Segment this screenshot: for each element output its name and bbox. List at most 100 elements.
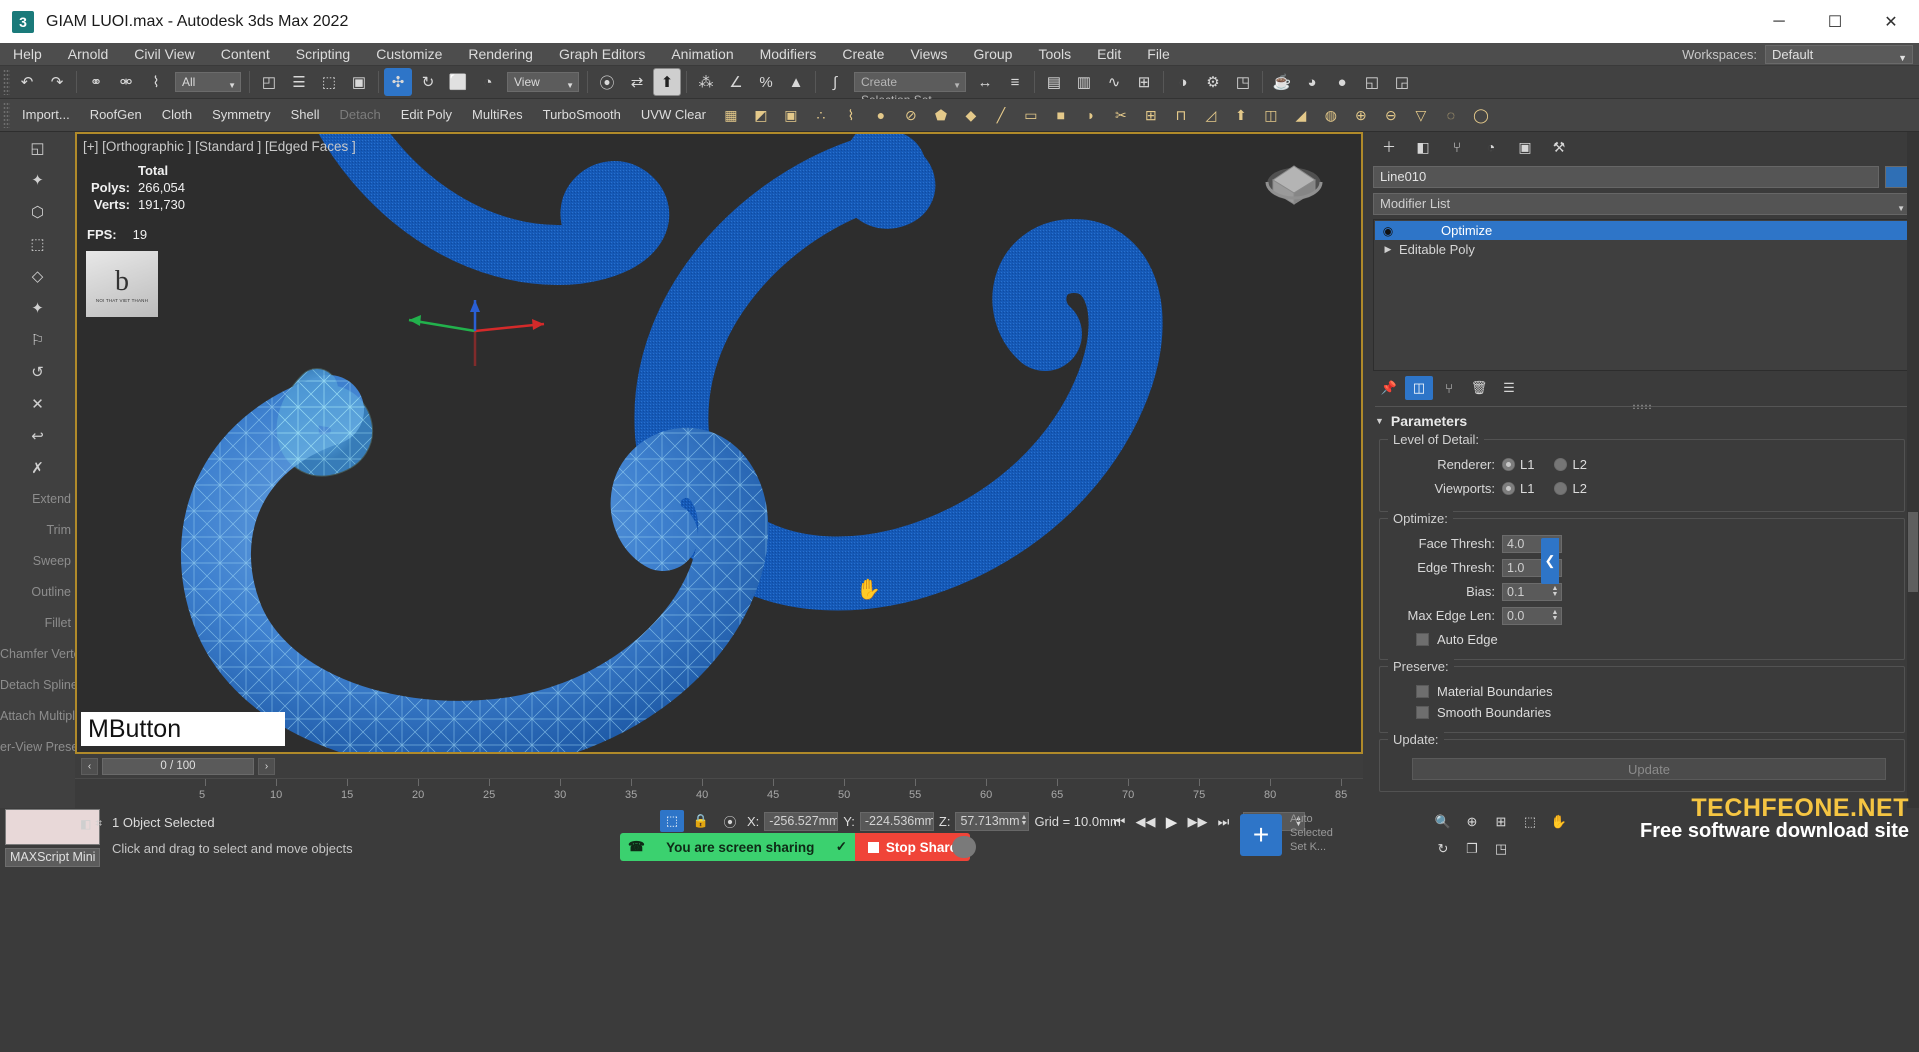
workspace-select[interactable]: Default ▼ <box>1765 45 1913 64</box>
scrollbar-thumb[interactable] <box>1908 512 1918 592</box>
refine-icon[interactable]: ✦ <box>18 164 58 196</box>
use-center-flyout-icon[interactable]: ⦿ <box>593 68 621 96</box>
smooth-icon[interactable]: ◯ <box>1468 102 1494 128</box>
select-and-scale-icon[interactable]: ⬜ <box>444 68 472 96</box>
menu-item-customize[interactable]: Customize <box>363 43 455 66</box>
menu-item-tools[interactable]: Tools <box>1025 43 1084 66</box>
angle-snap-icon[interactable]: ∠ <box>722 68 750 96</box>
render-production-icon[interactable]: ☕ <box>1268 68 1296 96</box>
hair-fur-icon[interactable]: ⌇ <box>838 102 864 128</box>
menu-item-arnold[interactable]: Arnold <box>55 43 121 66</box>
x-coordinate-field[interactable]: -256.527mm ▲▼ <box>764 811 839 831</box>
make-first-icon[interactable]: ↺ <box>18 356 58 388</box>
align-tool-icon[interactable]: ≡ <box>1001 68 1029 96</box>
active-shade-icon[interactable]: ● <box>1328 68 1356 96</box>
spinner-arrows-icon[interactable]: ▲▼ <box>1549 585 1561 598</box>
layer-explorer-icon[interactable]: ▤ <box>1040 68 1068 96</box>
zoom-all-button[interactable]: ⊕ <box>1459 810 1485 834</box>
renderer-l2-radio[interactable] <box>1554 458 1568 471</box>
align-icon[interactable]: ⬆ <box>653 68 681 96</box>
crossinsert-icon[interactable]: ✦ <box>18 292 58 324</box>
fuse-icon[interactable]: ⬚ <box>18 228 58 260</box>
vertex-icon[interactable]: ◆ <box>958 102 984 128</box>
ribbon-button-turbosmooth[interactable]: TurboSmooth <box>533 101 631 129</box>
menu-item-animation[interactable]: Animation <box>658 43 746 66</box>
material-editor-icon[interactable]: ◑ <box>1169 68 1197 96</box>
renderer-l1-radio[interactable] <box>1502 458 1515 471</box>
ribbon-button-import[interactable]: Import... <box>12 101 80 129</box>
modify-tab[interactable]: ◧ <box>1407 134 1439 160</box>
schematic-view-icon[interactable]: ⊞ <box>1130 68 1158 96</box>
next-frame-button[interactable]: ▶▶ <box>1185 810 1210 833</box>
bias-spinner[interactable]: 0.1 ▲ ▼ <box>1502 582 1562 601</box>
unlink-selection-icon[interactable]: ⚮ <box>112 68 140 96</box>
object-name-field[interactable]: Line010 <box>1373 166 1879 188</box>
render-setup-icon[interactable]: ⚙ <box>1199 68 1227 96</box>
viewport-label[interactable]: [+] [Orthographic ] [Standard ] [Edged F… <box>83 139 356 154</box>
select-and-move-icon[interactable]: ✣ <box>384 68 412 96</box>
menu-item-group[interactable]: Group <box>961 43 1026 66</box>
menu-item-civil-view[interactable]: Civil View <box>121 43 207 66</box>
goto-start-button[interactable]: ⏮ <box>1107 810 1132 833</box>
reference-coordinate-system-dropdown[interactable]: View ▼ <box>507 72 579 92</box>
rendered-frame-window-icon[interactable]: ◳ <box>1229 68 1257 96</box>
add-time-tag-plus-button[interactable]: + <box>1240 814 1282 856</box>
pin-stack-button[interactable]: 📌 <box>1375 376 1403 400</box>
show-end-result-button[interactable]: ◫ <box>1405 376 1433 400</box>
inset-icon[interactable]: ◫ <box>1258 102 1284 128</box>
left-strip-chamfer-vertex[interactable]: Chamfer Vertex <box>0 639 75 670</box>
divide-icon[interactable]: ✕ <box>18 388 58 420</box>
left-strip-attach-multiple[interactable]: Attach Multiple <box>0 701 75 732</box>
rectangular-selection-region-icon[interactable]: ⬚ <box>315 68 343 96</box>
reverse-icon[interactable]: ↩ <box>18 420 58 452</box>
left-strip-sweep[interactable]: Sweep <box>0 546 75 577</box>
no-object-icon[interactable]: ⊘ <box>898 102 924 128</box>
left-strip-detach-spline[interactable]: Detach Spline <box>0 670 75 701</box>
auto-edge-row[interactable]: Auto Edge <box>1388 629 1896 650</box>
remove-modifier-button[interactable]: 🗑 <box>1465 376 1493 400</box>
motion-tab[interactable]: ◔ <box>1475 134 1507 160</box>
ribbon-button-shell[interactable]: Shell <box>281 101 330 129</box>
selection-filter-dropdown[interactable]: All ▼ <box>175 72 241 92</box>
set-key-label[interactable]: Set K... <box>1290 840 1333 854</box>
previous-frame-button[interactable]: ◀◀ <box>1133 810 1158 833</box>
zoom-region-button[interactable]: ⬚ <box>1517 810 1543 834</box>
modifier-stack[interactable]: ◉ Optimize ▶ Editable Poly <box>1373 219 1911 371</box>
sphere-primitive-icon[interactable]: ● <box>868 102 894 128</box>
curve-editor-icon[interactable]: ∿ <box>1100 68 1128 96</box>
spinner-arrows-icon[interactable]: ▲▼ <box>1549 609 1561 622</box>
auto-key-label[interactable]: Auto <box>1290 812 1333 826</box>
utilities-tab[interactable]: ⚒ <box>1543 134 1575 160</box>
menu-item-edit[interactable]: Edit <box>1084 43 1134 66</box>
modifier-stack-item-optimize[interactable]: ◉ Optimize <box>1375 221 1909 240</box>
collapse-icon[interactable]: ▽ <box>1408 102 1434 128</box>
ribbon-button-cloth[interactable]: Cloth <box>152 101 202 129</box>
snaps-toggle-icon[interactable]: ⁂ <box>692 68 720 96</box>
ribbon-button-symmetry[interactable]: Symmetry <box>202 101 281 129</box>
pan-view-button[interactable]: ✋ <box>1546 810 1572 834</box>
menu-item-graph-editors[interactable]: Graph Editors <box>546 43 658 66</box>
connect-icon[interactable]: ✗ <box>18 452 58 484</box>
spinner-snap-icon[interactable]: ▲ <box>782 68 810 96</box>
timeline-ruler[interactable]: 5 10 15 20 25 30 35 40 45 50 55 60 65 70 75 80 85 <box>75 778 1363 808</box>
ribbon-button-uvw-clear[interactable]: UVW Clear <box>631 101 716 129</box>
spinner-arrows-icon[interactable]: ▲▼ <box>1020 814 1029 827</box>
bake-texture-icon[interactable]: ▣ <box>778 102 804 128</box>
share-toolbar-handle[interactable] <box>952 836 976 858</box>
create-tab[interactable]: ＋ <box>1373 134 1405 160</box>
view-cube[interactable] <box>1263 150 1325 212</box>
edge-icon[interactable]: ╱ <box>988 102 1014 128</box>
max-edge-len-spinner[interactable]: 0.0 ▲ ▼ <box>1502 606 1562 625</box>
play-animation-button[interactable]: ▶ <box>1159 810 1184 833</box>
zoom-extents-button[interactable]: ⊞ <box>1488 810 1514 834</box>
select-and-rotate-icon[interactable]: ↻ <box>414 68 442 96</box>
scene-explorer-icon[interactable]: ▥ <box>1070 68 1098 96</box>
menu-item-content[interactable]: Content <box>208 43 283 66</box>
particle-flow-icon[interactable]: ∴ <box>808 102 834 128</box>
menu-item-create[interactable]: Create <box>829 43 897 66</box>
open-ui-icon[interactable]: ◱ <box>1358 68 1386 96</box>
display-tab[interactable]: ▣ <box>1509 134 1541 160</box>
previous-key-button[interactable]: ‹ <box>81 757 98 775</box>
material-boundaries-checkbox[interactable] <box>1416 685 1429 698</box>
percent-snap-icon[interactable]: % <box>752 68 780 96</box>
